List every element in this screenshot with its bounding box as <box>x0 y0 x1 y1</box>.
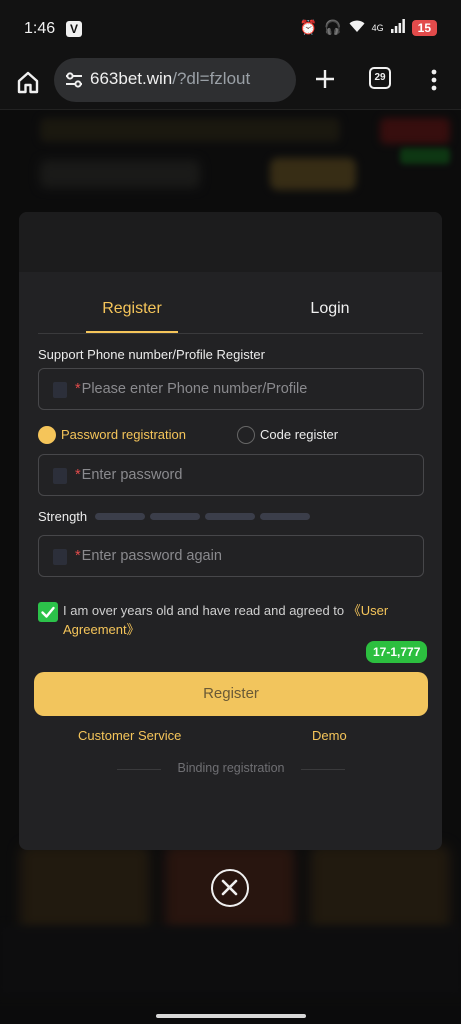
phone-input[interactable]: *Please enter Phone number/Profile <box>38 368 424 410</box>
strength-bar <box>260 513 310 520</box>
password-input[interactable]: *Enter password <box>38 454 424 496</box>
browser-toolbar: 663bet.win/?dl=fzlout 29 <box>0 58 461 110</box>
password-registration-radio[interactable] <box>38 426 56 444</box>
phone-field-label: Support Phone number/Profile Register <box>38 347 265 362</box>
customer-service-link[interactable]: Customer Service <box>78 728 181 743</box>
binding-registration-label: Binding registration <box>177 761 285 775</box>
url-text[interactable]: 663bet.win/?dl=fzlout <box>90 69 250 89</box>
home-button[interactable] <box>14 68 42 96</box>
address-bar[interactable]: 663bet.win/?dl=fzlout <box>54 58 296 102</box>
app-notification-icon: V <box>66 21 82 37</box>
confirm-password-placeholder: Enter password again <box>81 548 222 564</box>
tab-divider <box>38 333 423 334</box>
code-register-radio[interactable] <box>237 426 255 444</box>
register-button[interactable]: Register <box>34 672 428 716</box>
status-bar: 1:46 V ⏰ 🎧 4G 15 <box>0 0 461 58</box>
url-host: 663bet.win <box>90 69 173 88</box>
battery-icon: 15 <box>411 19 437 36</box>
demo-link[interactable]: Demo <box>312 728 347 743</box>
divider-line <box>301 769 345 770</box>
tab-register[interactable]: Register <box>86 300 178 318</box>
phone-placeholder: Please enter Phone number/Profile <box>81 381 308 397</box>
new-tab-button[interactable] <box>312 66 338 92</box>
required-mark: * <box>75 381 81 397</box>
password-registration-label[interactable]: Password registration <box>61 427 186 442</box>
alarm-icon: ⏰ <box>299 19 318 35</box>
checkmark-icon <box>41 606 55 618</box>
signal-icon <box>390 19 405 36</box>
lock-icon <box>53 468 67 484</box>
close-icon <box>221 879 238 896</box>
required-mark: * <box>75 548 81 564</box>
strength-bar <box>150 513 200 520</box>
registration-method-group: Password registration Code register <box>38 424 424 446</box>
strength-bar <box>205 513 255 520</box>
binding-registration-divider: Binding registration <box>117 761 345 777</box>
phone-icon <box>53 382 67 398</box>
code-register-label[interactable]: Code register <box>260 427 338 442</box>
browser-menu-button[interactable] <box>424 67 444 93</box>
tab-switcher-button[interactable]: 29 <box>369 67 391 89</box>
strength-label: Strength <box>38 509 88 524</box>
plus-icon <box>316 70 334 88</box>
agreement-text: I am over years old and have read and ag… <box>63 601 423 639</box>
bonus-badge: 17-1,777 <box>366 641 428 663</box>
wifi-icon <box>349 19 365 36</box>
register-modal: Register Login Support Phone number/Prof… <box>19 212 442 850</box>
network-type-label: 4G <box>371 22 384 33</box>
agreement-statement: I am over years old and have read and ag… <box>63 603 345 618</box>
required-mark: * <box>75 467 81 483</box>
home-icon <box>17 71 39 94</box>
status-icons: ⏰ 🎧 4G 15 <box>300 19 437 36</box>
home-gesture-handle[interactable] <box>156 1014 306 1018</box>
modal-header <box>19 212 442 272</box>
close-modal-button[interactable] <box>211 869 249 907</box>
site-settings-icon[interactable] <box>64 71 84 89</box>
more-vertical-icon <box>431 69 437 91</box>
confirm-password-input[interactable]: *Enter password again <box>38 535 424 577</box>
agreement-checkbox[interactable] <box>38 602 58 622</box>
url-path: /?dl=fzlout <box>172 69 251 88</box>
lock-icon <box>53 549 67 565</box>
tab-login[interactable]: Login <box>285 300 375 318</box>
status-time: 1:46 <box>24 20 56 37</box>
system-navigation-bar <box>0 1006 461 1024</box>
strength-bar <box>95 513 145 520</box>
headphones-icon: 🎧 <box>324 19 342 35</box>
password-placeholder: Enter password <box>81 467 183 483</box>
